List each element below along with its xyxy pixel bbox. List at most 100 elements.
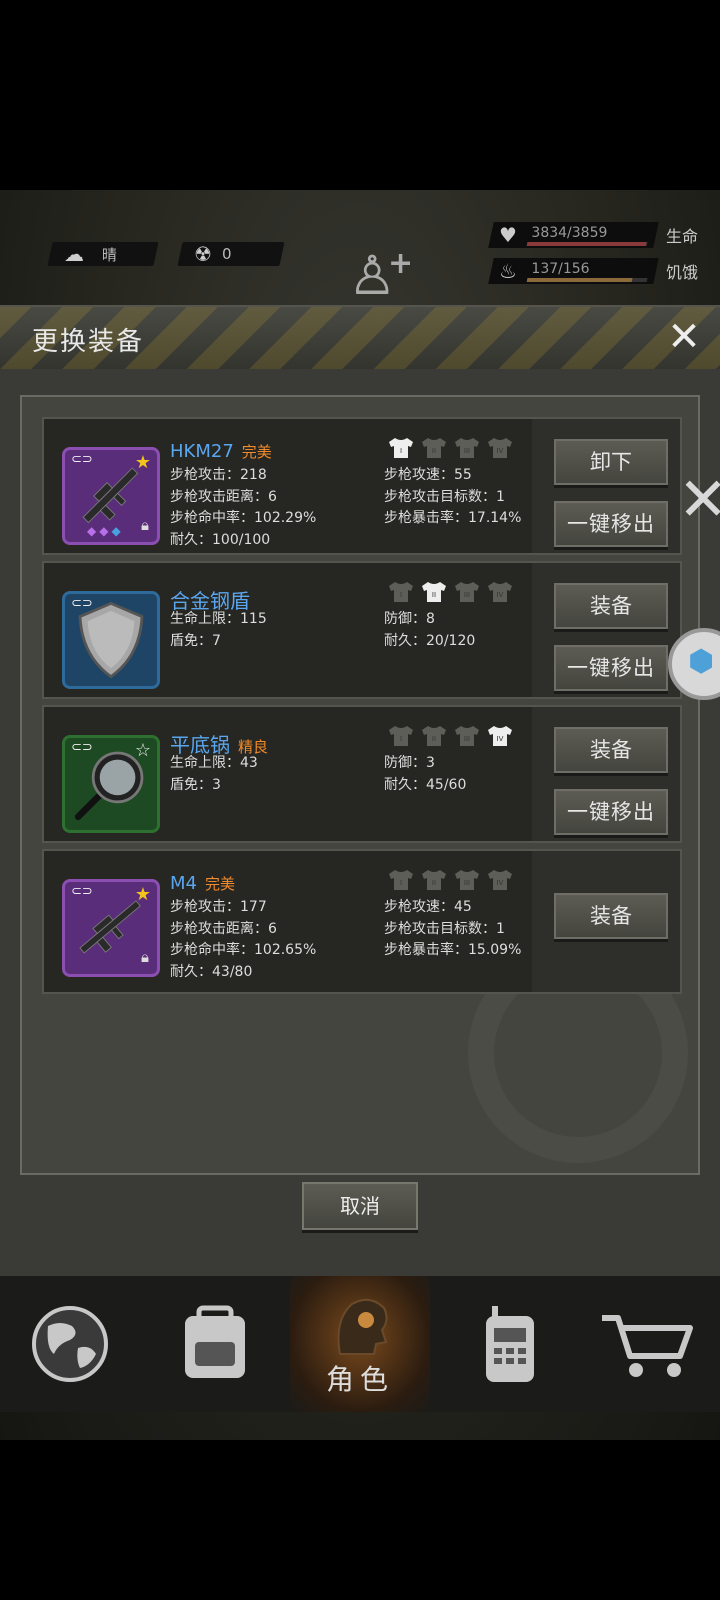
shirt-slot-4-icon: IV: [487, 581, 513, 603]
equipment-item-frying-pan[interactable]: ⊂⊃ ☆ 平底锅 精良 I II III IV 生命上限：43 盾免：3 防御：3 耐久…: [42, 705, 682, 843]
nav-character[interactable]: 角色: [290, 1276, 430, 1412]
shirt-slot-3-icon: III: [454, 581, 480, 603]
star-outline-icon: ☆: [134, 740, 151, 761]
svg-text:I: I: [400, 735, 402, 743]
equipment-list-panel[interactable]: ⊂⊃ ★ 🔒︎ ◆◆◆ HKM27 完美 I II III IV 步枪攻击：218 步枪…: [20, 395, 700, 1175]
svg-text:III: III: [464, 735, 470, 743]
close-button[interactable]: ✕: [662, 315, 706, 359]
character-figure-icon[interactable]: ♙: [348, 244, 396, 308]
item-name: HKM27 完美: [170, 441, 272, 462]
cart-icon: [602, 1315, 693, 1377]
nav-radio[interactable]: [440, 1276, 580, 1412]
move-out-button[interactable]: 一键移出: [554, 501, 668, 547]
item-name: M4 完美: [170, 873, 235, 894]
svg-text:III: III: [464, 591, 470, 599]
cancel-button[interactable]: 取消: [302, 1182, 418, 1230]
svg-text:II: II: [432, 879, 436, 887]
svg-text:II: II: [432, 447, 436, 455]
svg-text:II: II: [432, 735, 436, 743]
svg-text:III: III: [464, 879, 470, 887]
character-icon: [337, 1298, 388, 1355]
item-stats-right: 步枪攻速：55 步枪攻击目标数：1 步枪暴击率：17.14%: [384, 467, 522, 526]
shirt-slot-1-icon: I: [388, 725, 414, 747]
shirt-slot-2-icon: II: [421, 869, 447, 891]
link-icon: ⊂⊃: [71, 884, 93, 899]
move-out-button[interactable]: 一键移出: [554, 789, 668, 835]
hunger-value: 137/156: [531, 261, 590, 277]
star-icon: ★: [134, 884, 151, 905]
heart-icon: ♥: [498, 223, 517, 247]
link-icon: ⊂⊃: [71, 596, 93, 611]
item-stats-right: 防御：8 耐久：20/120: [384, 611, 476, 649]
svg-text:I: I: [400, 591, 402, 599]
item-quality: 完美: [204, 875, 235, 893]
star-icon: ★: [134, 452, 151, 473]
lock-icon: 🔒︎: [141, 516, 149, 534]
health-bar-fill: [526, 242, 647, 246]
frying-pan-thumbnail[interactable]: ⊂⊃ ☆: [62, 735, 160, 833]
cube-icon: ⬢: [688, 644, 715, 679]
side-crossed-tools-icon[interactable]: ✕: [678, 470, 720, 530]
steel-shield-thumbnail[interactable]: ⊂⊃: [62, 591, 160, 689]
link-icon: ⊂⊃: [71, 740, 93, 755]
shirt-slot-4-icon: IV: [487, 869, 513, 891]
radio-icon: [486, 1306, 534, 1382]
bottom-nav: 角色: [0, 1276, 720, 1412]
equip-button[interactable]: 装备: [554, 583, 668, 629]
health-stat: ♥ 3834/3859 生命: [488, 222, 698, 248]
stomach-icon: ♨: [498, 259, 517, 283]
equip-button[interactable]: 装备: [554, 893, 668, 939]
nav-backpack[interactable]: [145, 1276, 285, 1412]
item-quality: 完美: [241, 443, 272, 461]
shirt-slot-1-icon: I: [388, 437, 414, 459]
item-stats-left: 步枪攻击：218 步枪攻击距离：6 步枪命中率：102.29% 耐久：100/1…: [170, 467, 317, 548]
shirt-slot-2-icon: II: [421, 725, 447, 747]
move-out-button[interactable]: 一键移出: [554, 645, 668, 691]
svg-text:I: I: [400, 879, 402, 887]
dialog-title: 更换装备: [32, 327, 145, 357]
health-label: 生命: [665, 227, 698, 246]
gem-slots: ◆◆◆: [87, 524, 124, 538]
equipment-item-steel-shield[interactable]: ⊂⊃ 合金钢盾 I II III IV 生命上限：115 盾免：7 防御：8 耐久：2…: [42, 561, 682, 699]
dialog-header: 更换装备 ✕: [0, 307, 720, 369]
shirt-slot-1-icon: I: [388, 869, 414, 891]
m4-thumbnail[interactable]: ⊂⊃ ★ 🔒︎: [62, 879, 160, 977]
hunger-label: 饥饿: [665, 263, 698, 282]
shirt-slot-3-icon: III: [454, 869, 480, 891]
item-stats-right: 防御：3 耐久：45/60: [384, 755, 467, 793]
link-icon: ⊂⊃: [71, 452, 93, 467]
radiation-indicator: ☢ 0: [177, 242, 285, 266]
heal-plus-icon[interactable]: +: [388, 246, 413, 281]
shirt-slot-4-icon: IV: [487, 725, 513, 747]
shirt-slot-1-icon: I: [388, 581, 414, 603]
equipment-item-hkm27[interactable]: ⊂⊃ ★ 🔒︎ ◆◆◆ HKM27 完美 I II III IV 步枪攻击：218 步枪…: [42, 417, 682, 555]
equipment-item-m4[interactable]: ⊂⊃ ★ 🔒︎ M4 完美 I II III IV 步枪攻击：177 步枪攻击距离：6 …: [42, 849, 682, 994]
hunger-bar-fill: [526, 278, 633, 282]
unequip-button[interactable]: 卸下: [554, 439, 668, 485]
backpack-icon: [185, 1305, 245, 1378]
nav-world[interactable]: [0, 1276, 140, 1412]
cloud-sun-icon: ☁: [64, 242, 84, 266]
weather-label: 晴: [102, 245, 118, 264]
item-stats-left: 生命上限：43 盾免：3: [170, 755, 258, 793]
svg-text:IV: IV: [497, 735, 504, 743]
outfit-slot-icons: I II III IV: [388, 725, 513, 747]
outfit-slot-icons: I II III IV: [388, 869, 513, 891]
item-stats-left: 步枪攻击：177 步枪攻击距离：6 步枪命中率：102.65% 耐久：43/80: [170, 899, 317, 980]
svg-text:I: I: [400, 447, 402, 455]
equip-button[interactable]: 装备: [554, 727, 668, 773]
shirt-slot-3-icon: III: [454, 437, 480, 459]
shirt-slot-2-icon: II: [421, 437, 447, 459]
globe-icon: [32, 1306, 108, 1382]
lock-icon: 🔒︎: [141, 948, 149, 966]
nav-shop[interactable]: [580, 1276, 720, 1412]
weather-indicator: ☁ 晴: [47, 242, 159, 266]
hkm27-thumbnail[interactable]: ⊂⊃ ★ 🔒︎ ◆◆◆: [62, 447, 160, 545]
health-value: 3834/3859: [531, 225, 608, 241]
outfit-slot-icons: I II III IV: [388, 581, 513, 603]
radiation-icon: ☢: [194, 242, 212, 266]
shirt-slot-3-icon: III: [454, 725, 480, 747]
svg-text:IV: IV: [497, 591, 504, 599]
svg-text:II: II: [432, 591, 436, 599]
svg-text:IV: IV: [497, 447, 504, 455]
